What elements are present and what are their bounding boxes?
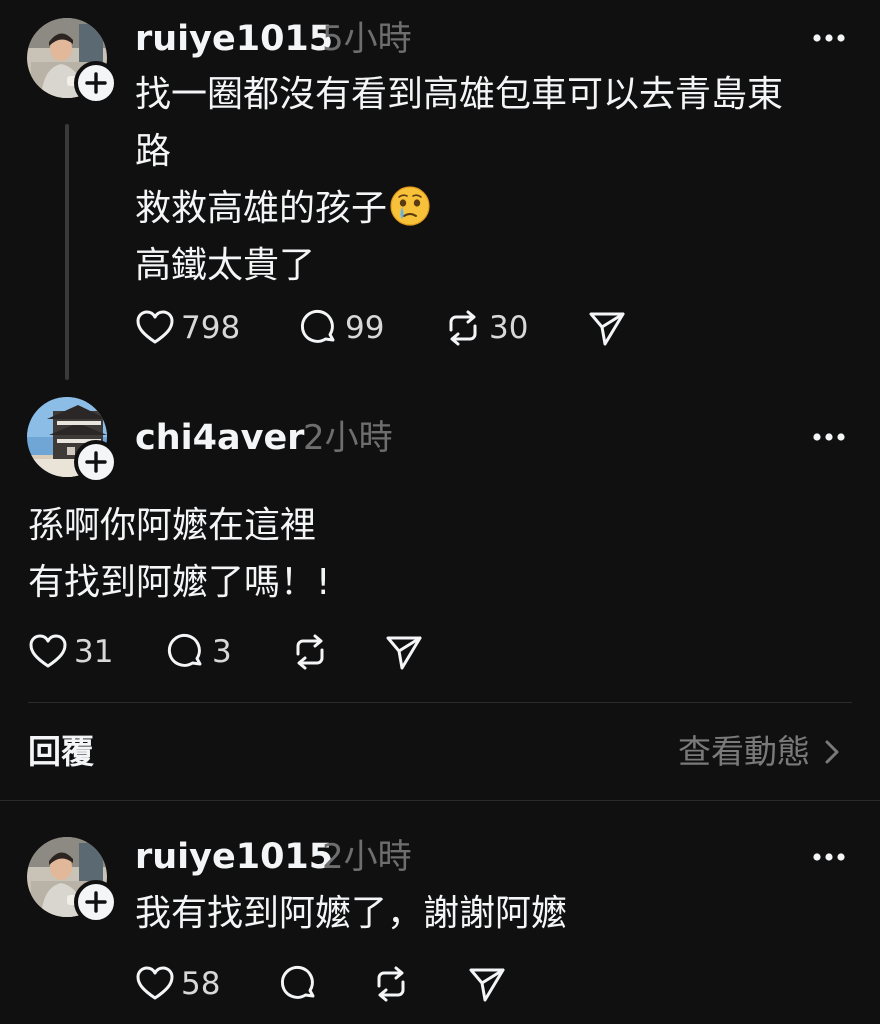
like-button[interactable]: 58 xyxy=(135,962,220,1006)
comment-bubble-icon xyxy=(167,633,202,667)
post-actions: 31 3 xyxy=(28,630,448,674)
post-text-line: 孫啊你阿嬤在這裡 xyxy=(28,505,317,546)
timestamp: 5小時 xyxy=(322,19,412,59)
post-actions: 58 xyxy=(135,962,555,1006)
divider xyxy=(0,800,880,801)
comment-button[interactable]: 99 xyxy=(299,306,384,350)
replies-heading: 回覆 xyxy=(28,732,94,771)
send-icon xyxy=(589,312,625,346)
like-count: 798 xyxy=(181,309,241,346)
comment-bubble-icon xyxy=(280,965,315,999)
like-count: 31 xyxy=(74,633,114,670)
more-options-button[interactable] xyxy=(812,32,846,44)
comment-bubble-icon xyxy=(300,309,335,343)
timestamp: 2小時 xyxy=(322,837,412,877)
comment-count: 3 xyxy=(212,633,232,670)
more-options-icon xyxy=(813,433,845,441)
more-options-icon xyxy=(813,34,845,42)
comment-button[interactable]: 3 xyxy=(166,630,232,674)
send-icon xyxy=(469,968,505,1002)
more-options-button[interactable] xyxy=(812,431,846,443)
plus-icon xyxy=(85,891,107,913)
heart-icon xyxy=(136,310,174,344)
repost-count: 30 xyxy=(489,309,529,346)
heart-icon xyxy=(29,634,67,668)
send-icon xyxy=(386,636,422,670)
view-activity-link[interactable]: 查看動態 xyxy=(678,735,840,768)
plus-icon xyxy=(85,72,107,94)
post-text-line: 我有找到阿嬤了，謝謝阿嬤 xyxy=(135,893,568,934)
repost-icon xyxy=(296,634,324,670)
post-actions: 798 99 30 xyxy=(135,306,655,350)
post-text: 孫啊你阿嬤在這裡 有找到阿嬤了嗎！! xyxy=(28,497,330,611)
chevron-right-icon xyxy=(825,740,839,763)
post-text-line: 高鐵太貴了 xyxy=(135,245,316,286)
plus-icon xyxy=(85,451,107,473)
post-text-line: 路 xyxy=(135,131,172,172)
follow-button[interactable] xyxy=(74,440,118,484)
username[interactable]: ruiye1015 xyxy=(135,22,333,57)
repost-button[interactable] xyxy=(371,962,411,1006)
thread-line xyxy=(65,124,69,380)
post-text: 找一圈都沒有看到高雄包車可以去青島東 路 救救高雄的孩子 高鐵太貴了 xyxy=(135,66,783,294)
view-activity-label: 查看動態 xyxy=(678,732,810,771)
repost-button[interactable]: 30 xyxy=(443,306,528,350)
more-options-button[interactable] xyxy=(812,851,846,863)
face-holding-back-tears-emoji xyxy=(389,185,431,227)
like-button[interactable]: 798 xyxy=(135,306,240,350)
follow-button[interactable] xyxy=(74,880,118,924)
post-text-line: 找一圈都沒有看到高雄包車可以去青島東 xyxy=(135,74,784,115)
repost-icon xyxy=(449,310,477,346)
share-button[interactable] xyxy=(587,306,627,350)
username[interactable]: chi4aver xyxy=(135,421,304,456)
heart-icon xyxy=(136,966,174,1000)
post-text: 我有找到阿嬤了，謝謝阿嬤 xyxy=(135,885,567,942)
repost-icon xyxy=(377,966,405,1002)
share-button[interactable] xyxy=(467,962,507,1006)
repost-button[interactable] xyxy=(290,630,330,674)
like-count: 58 xyxy=(181,965,221,1002)
follow-button[interactable] xyxy=(74,61,118,105)
timestamp: 2小時 xyxy=(303,418,393,458)
like-button[interactable]: 31 xyxy=(28,630,113,674)
more-options-icon xyxy=(813,853,845,861)
post-text-line: 有找到阿嬤了嗎！! xyxy=(28,562,331,603)
share-button[interactable] xyxy=(384,630,424,674)
username[interactable]: ruiye1015 xyxy=(135,840,333,875)
post-text-line: 救救高雄的孩子 xyxy=(135,188,388,229)
divider xyxy=(28,702,852,703)
comment-count: 99 xyxy=(345,309,385,346)
comment-button[interactable] xyxy=(279,962,319,1006)
